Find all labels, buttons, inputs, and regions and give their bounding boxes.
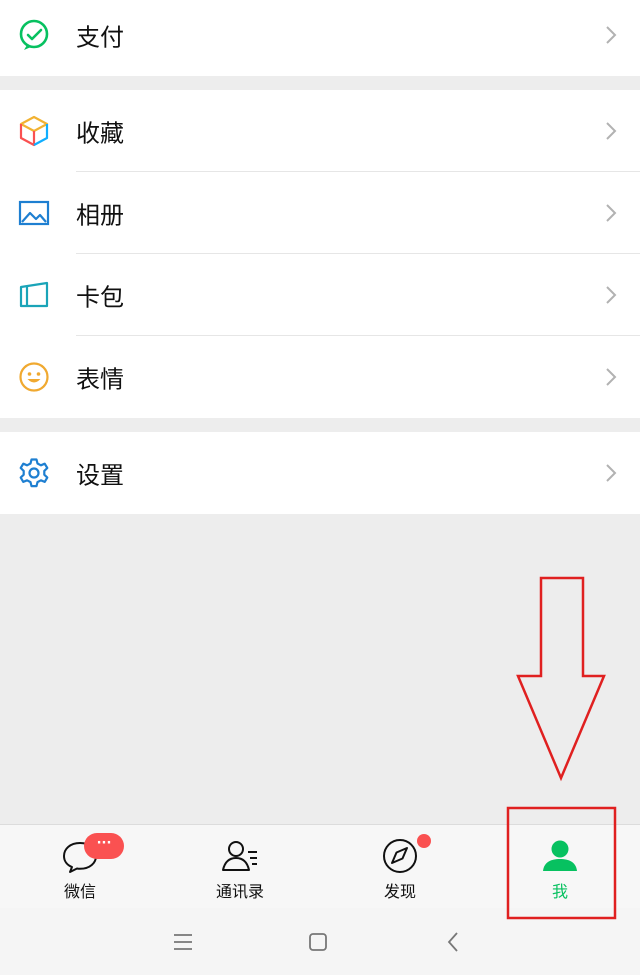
tab-discover[interactable]: 发现: [320, 825, 480, 909]
unread-badge: ···: [84, 833, 124, 859]
menu-item-label: 表情: [76, 365, 124, 394]
home-icon[interactable]: [306, 930, 330, 954]
menu-item-label: 设置: [76, 461, 124, 490]
album-image-icon: [17, 196, 51, 230]
compass-icon: [381, 837, 419, 875]
menu-item-favorites[interactable]: 收藏: [0, 90, 640, 172]
menu-item-pay[interactable]: 支付: [0, 0, 640, 76]
chevron-right-icon: [604, 284, 618, 306]
back-icon[interactable]: [442, 930, 466, 954]
smiley-icon: [17, 360, 51, 394]
system-nav-bar: [0, 908, 640, 975]
tab-contacts[interactable]: 通讯录: [160, 825, 320, 909]
chevron-right-icon: [604, 202, 618, 224]
menu-item-card-wallet[interactable]: 卡包: [0, 254, 640, 336]
pay-group: 支付: [0, 0, 640, 76]
favorites-cube-icon: [17, 114, 51, 148]
bottom-tab-bar: ··· 微信 通讯录 发现 我: [0, 824, 640, 909]
gear-icon: [17, 456, 51, 490]
menu-item-label: 卡包: [76, 283, 124, 312]
menu-item-label: 收藏: [76, 119, 124, 148]
chevron-right-icon: [604, 24, 618, 46]
menu-item-label: 支付: [76, 23, 124, 52]
contacts-icon: [221, 837, 259, 875]
main-group: 收藏 相册 卡包 表情: [0, 90, 640, 418]
tab-label: 发现: [383, 882, 416, 901]
new-content-dot: [417, 834, 431, 848]
menu-item-label: 相册: [76, 201, 124, 230]
menu-icon[interactable]: [171, 930, 195, 954]
wechat-pay-icon: [17, 18, 51, 52]
chevron-right-icon: [604, 120, 618, 142]
card-wallet-icon: [17, 278, 51, 312]
person-icon: [541, 837, 579, 875]
tab-label: 通讯录: [215, 882, 264, 901]
tab-label: 我: [551, 882, 568, 901]
menu-item-stickers[interactable]: 表情: [0, 336, 640, 418]
tab-label: 微信: [63, 882, 96, 901]
chevron-right-icon: [604, 366, 618, 388]
settings-group: 设置: [0, 432, 640, 514]
tab-me[interactable]: 我: [480, 825, 640, 909]
annotation-arrow: [516, 576, 606, 782]
menu-item-settings[interactable]: 设置: [0, 432, 640, 514]
tab-chats[interactable]: ··· 微信: [0, 825, 160, 909]
menu-item-album[interactable]: 相册: [0, 172, 640, 254]
chevron-right-icon: [604, 462, 618, 484]
